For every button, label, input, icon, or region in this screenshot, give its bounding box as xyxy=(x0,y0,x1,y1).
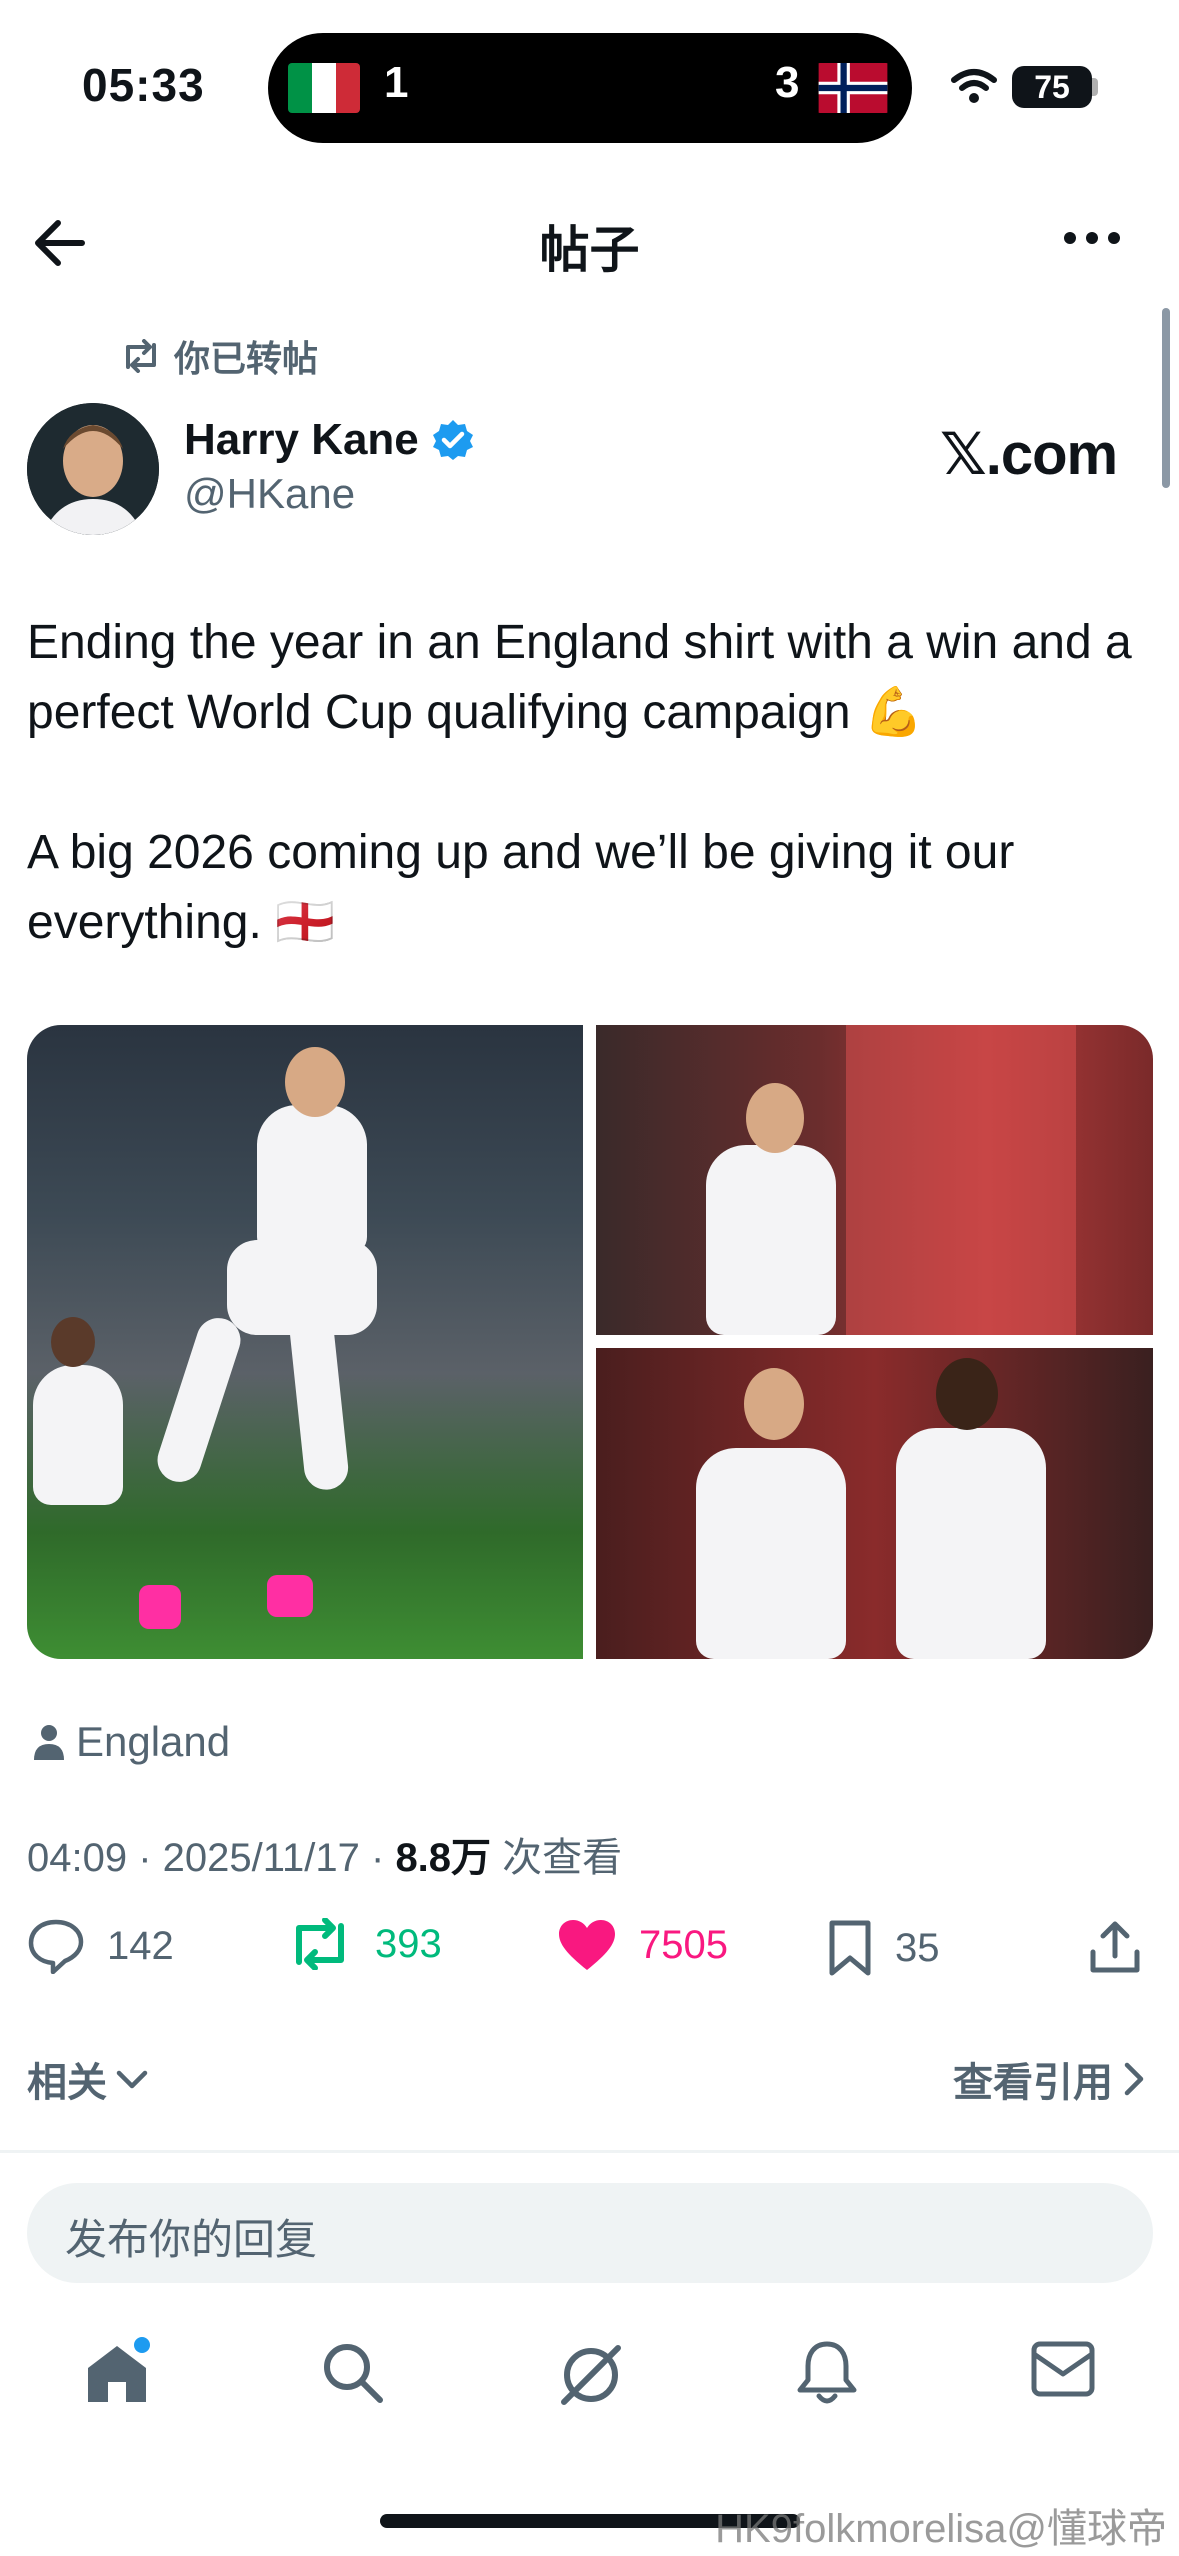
tab-grok[interactable] xyxy=(556,2340,626,2415)
mail-icon xyxy=(1031,2341,1095,2397)
battery-level: 75 xyxy=(1012,66,1092,108)
battery-tip xyxy=(1092,78,1098,96)
share-button[interactable] xyxy=(1087,1918,1143,1976)
norway-flag-icon xyxy=(816,63,890,113)
wifi-icon xyxy=(950,66,998,111)
person-icon xyxy=(34,1725,64,1760)
photo-high-five[interactable] xyxy=(596,1348,1153,1659)
repost-small-icon xyxy=(126,339,156,373)
post-text-paragraph-2: A big 2026 coming up and we’ll be giving… xyxy=(27,826,1015,949)
scrollbar[interactable] xyxy=(1162,308,1170,488)
view-quotes-link[interactable]: 查看引用 xyxy=(953,2050,1145,2108)
reply-button[interactable]: 142 xyxy=(27,1918,174,1974)
post-text-paragraph-1: Ending the year in an England shirt with… xyxy=(27,616,1132,739)
home-score: 1 xyxy=(384,58,409,107)
location-label: England xyxy=(76,1718,231,1765)
related-dropdown[interactable]: 相关 xyxy=(27,2050,149,2108)
reply-icon xyxy=(28,1919,84,1974)
quotes-label: 查看引用 xyxy=(953,2061,1113,2105)
watermark: HK9folkmorelisa@懂球帝 xyxy=(715,2507,1167,2551)
bookmark-button[interactable]: 35 xyxy=(827,1918,940,1978)
bookmark-count: 35 xyxy=(895,1925,940,1970)
tab-notifications[interactable] xyxy=(796,2340,858,2411)
bottom-tab-bar xyxy=(0,2320,1179,2440)
views-count: 8.8万 xyxy=(395,1836,492,1880)
like-button[interactable]: 7505 xyxy=(557,1918,728,1972)
repost-label: 你已转帖 xyxy=(174,338,319,379)
status-time: 05:33 xyxy=(82,59,205,111)
media-grid xyxy=(27,1025,1153,1659)
more-options-icon[interactable] xyxy=(1062,228,1122,253)
x-com-logo: 𝕏.com xyxy=(940,422,1118,487)
reply-count: 142 xyxy=(107,1923,174,1968)
page-title: 帖子 xyxy=(539,222,640,278)
grok-icon xyxy=(561,2345,621,2405)
avatar[interactable] xyxy=(27,403,159,535)
chevron-down-icon xyxy=(116,2070,148,2089)
away-score: 3 xyxy=(775,58,800,107)
tab-messages[interactable] xyxy=(1030,2340,1096,2403)
location-tag: England xyxy=(34,1718,230,1766)
repost-indicator: 你已转帖 xyxy=(120,330,318,382)
photo-celebration[interactable] xyxy=(27,1025,583,1659)
tab-search[interactable] xyxy=(320,2340,386,2411)
repost-icon xyxy=(296,1918,344,1970)
bell-icon xyxy=(797,2341,857,2404)
photo-fist-pump[interactable] xyxy=(596,1025,1153,1335)
heart-icon xyxy=(559,1920,615,1970)
author-handle[interactable]: @HKane xyxy=(184,470,355,518)
home-notification-dot xyxy=(134,2337,150,2353)
post-date: 2025/11/17 xyxy=(162,1836,360,1880)
repost-count: 393 xyxy=(375,1921,442,1966)
verified-badge-icon xyxy=(432,420,473,460)
author-name[interactable]: Harry Kane xyxy=(184,415,419,465)
views-label: 次查看 xyxy=(502,1836,623,1880)
chevron-right-icon xyxy=(1124,2062,1144,2096)
post-text: Ending the year in an England shirt with… xyxy=(27,608,1157,958)
author-name-row[interactable]: Harry Kane xyxy=(184,415,475,465)
repost-button[interactable]: 393 xyxy=(287,1918,442,1970)
divider xyxy=(0,2150,1179,2153)
post-meta: 04:09 · 2025/11/17 · 8.8万 次查看 xyxy=(27,1836,623,1880)
share-icon xyxy=(1090,1921,1140,1973)
italy-flag-icon xyxy=(288,63,360,113)
related-label: 相关 xyxy=(27,2061,107,2105)
search-icon xyxy=(324,2344,383,2403)
reply-placeholder: 发布你的回复 xyxy=(65,2216,318,2263)
like-count: 7505 xyxy=(639,1922,728,1967)
action-bar: 142 393 7505 35 xyxy=(27,1918,1153,1988)
bookmark-icon xyxy=(829,1920,871,1976)
post-time: 04:09 xyxy=(27,1836,128,1880)
